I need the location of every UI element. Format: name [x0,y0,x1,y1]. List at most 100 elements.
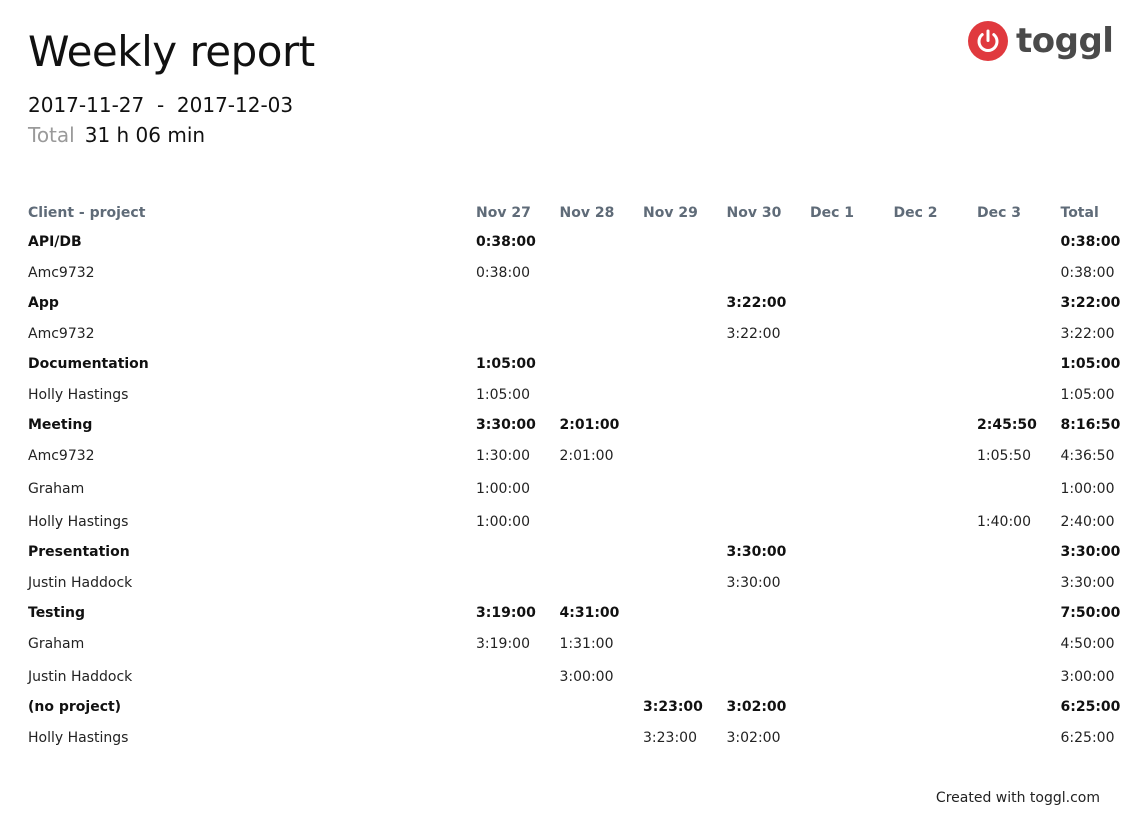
time-cell [810,439,894,472]
time-cell [894,256,978,289]
time-cell: 1:00:00 [1060,480,1115,497]
time-cell [894,538,978,566]
time-cell: 3:22:00 [1060,325,1115,342]
time-cell [894,317,978,350]
time-cell [810,538,894,566]
time-cell [727,411,811,439]
time-cell [643,228,727,256]
time-cell: 2:40:00 [1060,513,1115,530]
time-cell [977,627,1061,660]
date-range: 2017-11-27 - 2017-12-03 [28,92,293,118]
time-cell: 1:00:00 [476,513,530,530]
client-name: Holly Hastings [28,729,129,746]
client-name: Holly Hastings [28,513,129,530]
time-cell [894,599,978,627]
client-row: Justin Haddock 3:30:00 3:30:00 [28,566,1121,599]
time-cell [810,505,894,538]
time-cell [810,256,894,289]
time-cell: 0:38:00 [476,264,530,281]
time-cell [560,721,644,754]
page-title: Weekly report [28,27,315,76]
time-cell [643,660,727,693]
time-cell [643,411,727,439]
time-cell [977,599,1061,627]
time-cell: 1:05:00 [476,356,536,372]
column-header: Dec 2 [893,205,938,221]
project-row: Documentation 1:05:00 1:05:00 [28,350,1121,378]
time-cell [560,289,644,317]
project-name: App [28,295,59,311]
project-row: App 3:22:00 3:22:00 [28,289,1121,317]
time-cell [810,599,894,627]
time-cell [643,472,727,505]
time-cell [894,721,978,754]
client-name: Justin Haddock [28,668,133,685]
total-label: Total [28,123,75,147]
time-cell [894,472,978,505]
time-cell [476,566,560,599]
time-cell: 3:22:00 [726,295,787,311]
time-cell [810,566,894,599]
total-value: 31 h 06 min [84,123,206,147]
time-cell [643,599,727,627]
client-row: Justin Haddock 3:00:00 3:00:00 [28,660,1121,693]
time-cell [977,693,1061,721]
client-name: Holly Hastings [28,386,129,403]
time-cell [560,256,644,289]
time-cell [560,350,644,378]
project-row: Presentation 3:30:00 3:30:00 [28,538,1121,566]
time-cell [894,350,978,378]
time-cell [810,350,894,378]
project-name: Documentation [28,356,149,372]
client-row: Graham 1:00:00 1:00:00 [28,472,1121,505]
project-row: Meeting 3:30:00 2:01:00 2:45:50 8:16:50 [28,411,1121,439]
column-header: Dec 1 [810,205,855,221]
time-cell: 3:30:00 [1060,544,1121,560]
time-cell [476,693,560,721]
time-cell [476,721,560,754]
time-cell [894,411,978,439]
time-cell: 0:38:00 [476,234,536,250]
time-cell: 6:25:00 [1060,699,1121,715]
client-name: Amc9732 [28,264,95,281]
brand-name: toggl [1016,21,1114,61]
time-cell [894,228,978,256]
table-header-row: Client - project Nov 27 Nov 28 Nov 29 Nov 30… [28,198,1121,228]
time-cell: 4:50:00 [1060,635,1115,652]
time-cell [476,317,560,350]
time-cell: 2:45:50 [977,417,1037,433]
time-cell: 3:30:00 [726,544,787,560]
project-name: (no project) [28,699,122,715]
time-cell [643,289,727,317]
date-separator: - [156,93,165,117]
client-row: Amc9732 3:22:00 3:22:00 [28,317,1121,350]
project-name: Testing [28,605,85,621]
toggl-logo: toggl [968,20,1114,62]
time-cell [977,721,1061,754]
time-cell: 1:05:00 [476,386,530,403]
time-cell: 3:00:00 [1060,668,1115,685]
time-cell [643,378,727,411]
column-header: Nov 29 [643,205,698,221]
time-cell: 0:38:00 [1060,234,1121,250]
time-cell [560,693,644,721]
time-cell [977,350,1061,378]
time-cell [977,378,1061,411]
time-cell [977,289,1061,317]
time-cell: 1:05:00 [1060,386,1115,403]
time-cell [727,256,811,289]
column-header: Nov 28 [559,205,615,221]
time-cell [977,660,1061,693]
time-cell: 6:25:00 [1060,729,1115,746]
time-cell [727,378,811,411]
project-name: Presentation [28,544,130,560]
client-row: Holly Hastings 1:05:00 1:05:00 [28,378,1121,411]
time-cell [643,566,727,599]
project-row: (no project) 3:23:00 3:02:00 6:25:00 [28,693,1121,721]
time-cell: 4:31:00 [559,605,620,621]
time-cell: 3:30:00 [726,574,781,591]
time-cell [810,627,894,660]
time-cell: 1:40:00 [977,513,1031,530]
time-cell: 3:02:00 [726,729,781,746]
report-table: Client - project Nov 27 Nov 28 Nov 29 Nov 30… [28,198,1121,754]
